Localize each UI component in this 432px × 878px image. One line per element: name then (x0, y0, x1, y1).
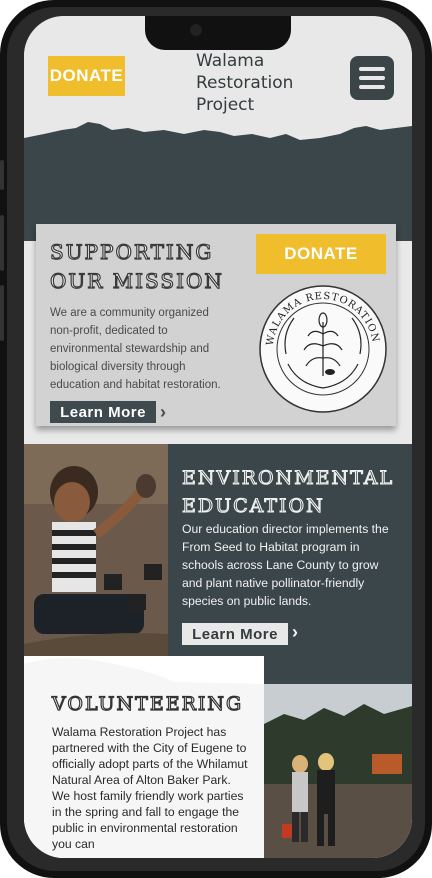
menu-bar (359, 85, 385, 89)
chevron-right-icon[interactable]: › (292, 622, 306, 642)
mission-donate-button[interactable]: DONATE (256, 234, 386, 274)
environmental-title: ENVIRONMENTAL EDUCATION (181, 466, 395, 517)
screen: DONATE Walama Restoration Project SUPPOR… (24, 16, 412, 858)
site-title-line-3: Project (196, 95, 255, 115)
mission-card: SUPPORTING OUR MISSION We are a communit… (36, 224, 396, 426)
mission-title: SUPPORTING OUR MISSION (49, 239, 224, 293)
volunteering-description: Walama Restoration Project has partnered… (52, 725, 248, 851)
donate-button[interactable]: DONATE (48, 56, 125, 96)
hamburger-menu-icon[interactable] (350, 56, 394, 100)
mute-switch (0, 160, 4, 190)
mountain-banner (24, 122, 412, 241)
mission-description: We are a community organized non-profit,… (50, 307, 221, 391)
site-title-line-1: Walama (196, 51, 265, 71)
environmental-description: Our education director implements the Fr… (182, 522, 389, 608)
volunteering-title: VOLUNTEERING (51, 692, 244, 715)
volume-down-button (0, 285, 4, 341)
chevron-right-icon[interactable]: › (160, 402, 174, 422)
menu-bar (359, 76, 385, 80)
mission-learn-more-button[interactable]: Learn More (50, 401, 156, 423)
site-title[interactable]: Walama Restoration Project (196, 50, 296, 116)
notch (145, 16, 291, 50)
phone-frame: DONATE Walama Restoration Project SUPPOR… (0, 0, 432, 878)
volunteers-photo (264, 684, 412, 858)
site-title-line-2: Restoration (196, 73, 294, 93)
front-camera (190, 24, 202, 36)
volume-up-button (0, 215, 4, 271)
walama-logo-seal: WALAMA RESTORATION PROJECT (258, 284, 387, 413)
environmental-learn-more-button[interactable]: Learn More (182, 623, 288, 645)
menu-bar (359, 67, 385, 71)
child-gardening-photo (24, 444, 168, 666)
